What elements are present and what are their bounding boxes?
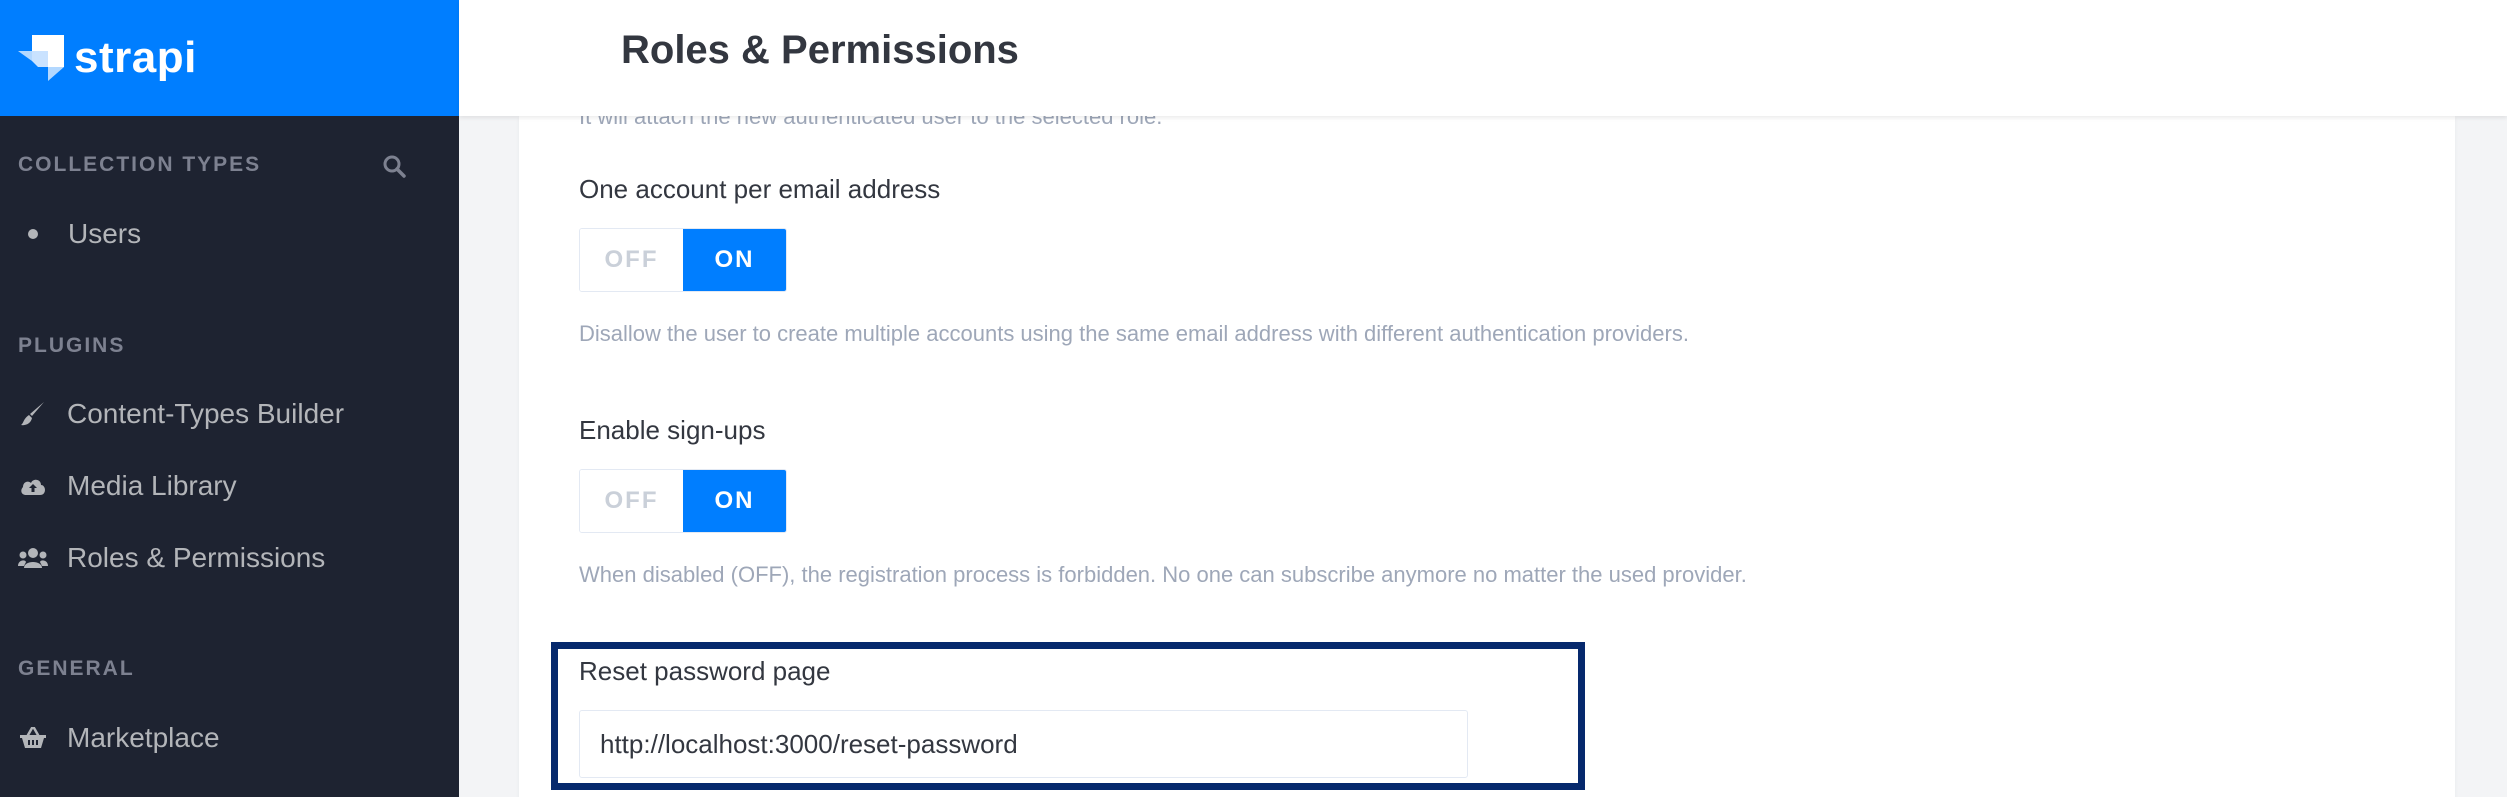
basket-icon [18,723,48,753]
sidebar-item-label: Marketplace [67,722,220,753]
one-account-description: Disallow the user to create multiple acc… [579,321,1689,346]
sidebar: strapi COLLECTION TYPES Users PLUGINS Co… [0,0,459,797]
sidebar-item-label: Roles & Permissions [67,542,326,573]
one-account-on-button[interactable]: ON [683,229,786,291]
top-header: Roles & Permissions [459,0,2507,116]
sidebar-item-label: Content-Types Builder [67,398,345,429]
reset-password-input[interactable] [579,710,1468,778]
sidebar-item-marketplace[interactable]: Marketplace [18,722,220,754]
sidebar-item-media-library[interactable]: Media Library [18,470,237,502]
brand-name: strapi [74,33,197,82]
cloud-upload-icon [18,471,48,501]
sidebar-item-label: Media Library [67,470,237,501]
sidebar-item-content-types-builder[interactable]: Content-Types Builder [18,398,344,430]
settings-card [519,116,2455,797]
signups-off-button[interactable]: OFF [580,470,683,532]
brand-header[interactable]: strapi [0,0,459,116]
sidebar-item-users[interactable]: Users [18,218,141,250]
page-title: Roles & Permissions [621,28,1019,72]
paintbrush-icon [18,399,48,429]
one-account-off-button[interactable]: OFF [580,229,683,291]
reset-password-label: Reset password page [579,656,831,686]
signups-description: When disabled (OFF), the registration pr… [579,562,1747,587]
search-icon[interactable] [382,154,406,178]
users-icon [18,543,48,573]
general-title: GENERAL [18,657,135,680]
strapi-logo-icon [18,35,64,81]
sidebar-item-label: Users [68,218,142,249]
sidebar-item-roles-permissions[interactable]: Roles & Permissions [18,542,325,574]
signups-label: Enable sign-ups [579,415,766,445]
signups-toggle[interactable]: OFF ON [579,469,787,533]
one-account-toggle[interactable]: OFF ON [579,228,787,292]
bullet-icon [28,229,38,239]
plugins-title: PLUGINS [18,334,126,357]
one-account-label: One account per email address [579,174,941,204]
collection-types-title: COLLECTION TYPES [18,153,262,176]
signups-on-button[interactable]: ON [683,470,786,532]
